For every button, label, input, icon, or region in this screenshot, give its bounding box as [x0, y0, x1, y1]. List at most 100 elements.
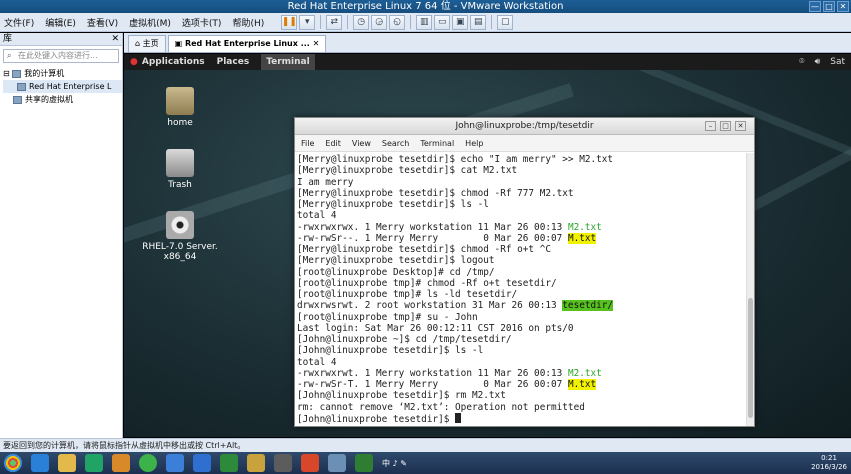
explorer-icon[interactable] — [58, 454, 76, 472]
ime-icon[interactable]: 中 ♪ ✎ — [382, 458, 407, 469]
pause-icon[interactable]: ❚❚ — [281, 14, 298, 30]
terminal-line-text: [John@linuxprobe ~]$ cd /tmp/tesetdir/ — [297, 334, 512, 345]
minimize-button[interactable]: — — [809, 1, 821, 12]
terminal-line: -rwxrwxrwt. 1 Merry workstation 11 Mar 2… — [297, 368, 745, 379]
terminal-line: [Merry@linuxprobe tesetdir]$ cat M2.txt — [297, 165, 745, 176]
close-button[interactable]: ✕ — [837, 1, 849, 12]
app-icon[interactable] — [328, 454, 346, 472]
vm-icon — [17, 82, 26, 91]
terminal-menu-search[interactable]: Search — [382, 139, 409, 148]
terminal-menu-edit[interactable]: Edit — [325, 139, 341, 148]
terminal-window[interactable]: John@linuxprobe:/tmp/tesetdir – □ ✕ File… — [294, 117, 755, 427]
desktop-trash[interactable]: Trash — [145, 149, 215, 190]
terminal-line-text: total 4 — [297, 356, 337, 368]
menu-help[interactable]: 帮助(H) — [232, 16, 264, 29]
maximize-button[interactable]: □ — [823, 1, 835, 12]
scrollbar-thumb[interactable] — [748, 298, 753, 418]
terminal-line-text: -rwxrwxrwt. 1 Merry workstation 11 Mar 2… — [297, 367, 568, 379]
tree-shared-vms[interactable]: 共享的虚拟机 — [3, 93, 122, 106]
terminal-line-text: [root@linuxprobe tmp]# chmod -Rf o+t tes… — [297, 277, 557, 289]
status-text: 要返回到您的计算机，请将鼠标指针从虚拟机中移出或按 Ctrl+Alt。 — [3, 441, 246, 450]
app-icon[interactable] — [220, 454, 238, 472]
menu-tabs[interactable]: 选项卡(T) — [182, 16, 222, 29]
revert-snapshot-icon[interactable]: ◶ — [371, 14, 388, 30]
terminal-line-text: -rwxrwxrwx. 1 Merry workstation 11 Mar 2… — [297, 221, 568, 233]
app-icon[interactable] — [274, 454, 292, 472]
app-icon[interactable] — [247, 454, 265, 472]
powerpoint-icon[interactable] — [301, 454, 319, 472]
app-icon[interactable] — [355, 454, 373, 472]
terminal-minimize-icon[interactable]: – — [705, 121, 716, 131]
window-title: Red Hat Enterprise Linux 7 64 位 - VMware… — [287, 1, 564, 12]
terminal-line-text: drwxrwsrwt. 2 root workstation 31 Mar 26… — [297, 300, 563, 312]
menu-view[interactable]: 查看(V) — [87, 16, 118, 29]
ie-icon[interactable] — [31, 454, 49, 472]
show-library-icon[interactable]: ▥ — [416, 14, 433, 30]
terminal-line: [Merry@linuxprobe tesetdir]$ logout — [297, 255, 745, 266]
unity-icon[interactable]: ▤ — [470, 14, 487, 30]
vm-tab-icon: ▣ — [174, 39, 185, 48]
tree-vm-item[interactable]: Red Hat Enterprise L — [3, 80, 122, 93]
terminal-line: -rw-rwSr-T. 1 Merry Merry 0 Mar 26 00:07… — [297, 379, 745, 390]
terminal-line: [John@linuxprobe tesetdir]$ — [297, 412, 745, 425]
close-library-icon[interactable]: ✕ — [111, 33, 119, 46]
terminal-title: John@linuxprobe:/tmp/tesetdir — [455, 121, 594, 131]
console-view-icon[interactable]: ▢ — [497, 14, 514, 30]
menu-file[interactable]: 文件(F) — [4, 16, 34, 29]
dropdown-icon[interactable]: ▾ — [299, 14, 316, 30]
terminal-line-text: [Merry@linuxprobe tesetdir]$ chmod -Rf o… — [297, 244, 551, 255]
terminal-menu-terminal[interactable]: Terminal — [420, 139, 454, 148]
app-icon[interactable] — [85, 454, 103, 472]
snapshot-manager-icon[interactable]: ◵ — [389, 14, 406, 30]
trash-icon — [166, 149, 194, 177]
app-icon[interactable] — [166, 454, 184, 472]
app-icon[interactable] — [193, 454, 211, 472]
terminal-line: [John@linuxprobe ~]$ cd /tmp/tesetdir/ — [297, 334, 745, 345]
terminal-maximize-icon[interactable]: □ — [720, 121, 731, 131]
full-screen-icon[interactable]: ▣ — [452, 14, 469, 30]
system-tray[interactable]: 中 ♪ ✎ — [382, 458, 407, 469]
terminal-line-text: -rw-rwSr-T. 1 Merry Merry 0 Mar 26 00:07 — [297, 379, 568, 390]
terminal-menu-help[interactable]: Help — [465, 139, 483, 148]
terminal-line: [Merry@linuxprobe tesetdir]$ chmod -Rf o… — [297, 244, 745, 255]
gnome-clock[interactable]: Sat — [830, 54, 845, 70]
thumbnail-bar-icon[interactable]: ▭ — [434, 14, 451, 30]
app-icon[interactable] — [112, 454, 130, 472]
terminal-line: drwxrwsrwt. 2 root workstation 31 Mar 26… — [297, 300, 745, 312]
library-search-input[interactable]: ⌕ 在此处键入内容进行... — [3, 49, 119, 63]
accessibility-icon[interactable]: ⌾ — [799, 54, 804, 70]
terminal-line-text: [Merry@linuxprobe tesetdir]$ cat M2.txt — [297, 165, 518, 177]
start-icon[interactable] — [4, 454, 22, 472]
desktop-home[interactable]: home — [145, 87, 215, 128]
terminal-menu-view[interactable]: View — [352, 139, 371, 148]
terminal-line-text: total 4 — [297, 210, 337, 222]
places-menu[interactable]: Places — [217, 54, 250, 70]
terminal-menu[interactable]: Terminal — [261, 54, 315, 70]
terminal-menu-file[interactable]: File — [301, 139, 314, 148]
redhat-icon: ● — [130, 57, 138, 67]
terminal-output[interactable]: [Merry@linuxprobe tesetdir]$ echo "I am … — [295, 153, 747, 426]
terminal-titlebar[interactable]: John@linuxprobe:/tmp/tesetdir – □ ✕ — [295, 118, 754, 135]
terminal-scrollbar[interactable] — [746, 153, 754, 426]
terminal-close-icon[interactable]: ✕ — [735, 121, 746, 131]
taskbar-clock[interactable]: 0:21 2016/3/26 — [811, 454, 847, 472]
terminal-line-text: [root@linuxprobe tmp]# su - John — [297, 311, 478, 323]
desktop-disc[interactable]: RHEL-7.0 Server. x86_64 — [138, 211, 222, 262]
terminal-line-text: -rw-rwSr--. 1 Merry Merry 0 Mar 26 00:07 — [297, 232, 568, 244]
menu-edit[interactable]: 编辑(E) — [45, 16, 76, 29]
library-tree: ⊟ 我的计算机 Red Hat Enterprise L 共享的虚拟机 — [0, 67, 122, 106]
send-ctrl-alt-del-icon[interactable]: ⇄ — [326, 14, 343, 30]
disc-icon — [166, 211, 194, 239]
terminal-highlight: M.txt — [567, 379, 597, 390]
applications-menu[interactable]: Applications — [142, 54, 205, 70]
sound-icon[interactable]: 🔊︎ — [815, 54, 821, 70]
tab-bar: ⌂ 主页 ▣ Red Hat Enterprise Linux ... ✕ — [124, 33, 851, 53]
app-icon[interactable] — [139, 454, 157, 472]
tab-home[interactable]: ⌂ 主页 — [128, 35, 166, 52]
terminal-line-text: [Merry@linuxprobe tesetdir]$ ls -l — [297, 199, 489, 210]
toolbar: ❚❚ ▾ ⇄ ◷ ◶ ◵ ▥ ▭ ▣ ▤ ▢ — [281, 14, 514, 30]
tree-my-computer[interactable]: ⊟ 我的计算机 — [3, 67, 122, 80]
menu-vm[interactable]: 虚拟机(M) — [129, 16, 171, 29]
tab-vm[interactable]: ▣ Red Hat Enterprise Linux ... ✕ — [167, 35, 327, 52]
snapshot-icon[interactable]: ◷ — [353, 14, 370, 30]
